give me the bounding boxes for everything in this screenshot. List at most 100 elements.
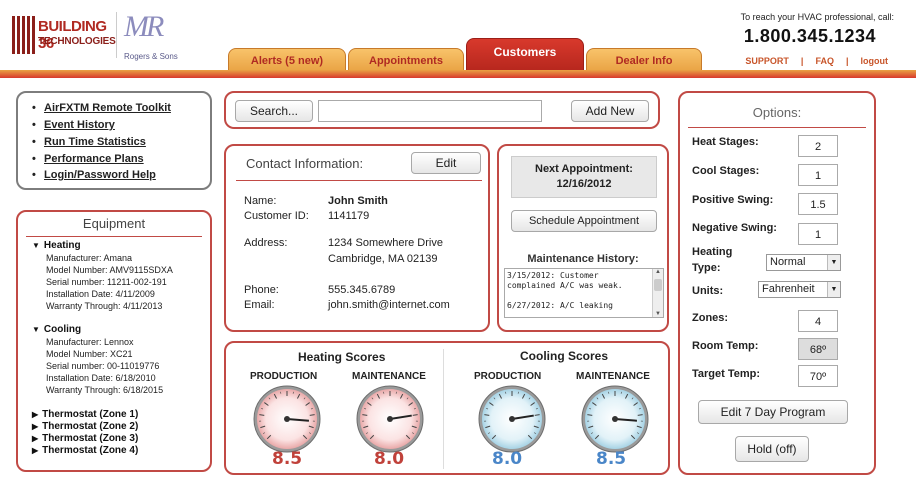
gauge-hub: [387, 416, 393, 422]
link-separator: |: [845, 56, 849, 66]
options-panel: Options: Heat Stages: 2 Cool Stages: 1 P…: [678, 91, 876, 475]
negative-swing-label: Negative Swing:: [692, 222, 777, 234]
room-temp-display: 68º: [798, 338, 838, 360]
thermostat-label: Thermostat (Zone 3): [42, 433, 139, 444]
maintenance-history-title: Maintenance History:: [527, 253, 639, 265]
customer-name: John Smith: [328, 195, 388, 207]
caret-right-icon: ▶: [32, 446, 39, 455]
contact-panel: Contact Information: Edit Name: John Smi…: [224, 144, 490, 332]
cooling-detail: Model Number: XC21: [46, 349, 133, 359]
thermostat-label: Thermostat (Zone 2): [42, 421, 139, 432]
heating-detail: Manufacturer: Amana: [46, 253, 133, 263]
cooling-maintenance-score: 8.5: [596, 449, 627, 469]
equipment-panel: Equipment ▼ Heating Manufacturer: Amana M…: [16, 210, 212, 472]
equipment-title: Equipment: [82, 216, 146, 231]
scroll-up-icon[interactable]: ▲: [653, 269, 663, 275]
tool-link-login-help[interactable]: Login/Password Help: [32, 169, 156, 181]
options-divider: [688, 127, 866, 128]
tab-appointments[interactable]: Appointments: [348, 48, 464, 72]
tool-link-airfx[interactable]: AirFXTM Remote Toolkit: [32, 102, 171, 114]
heating-type-select[interactable]: Normal ▼: [766, 254, 841, 271]
logout-link[interactable]: logout: [861, 56, 889, 66]
contact-title: Contact Information:: [246, 156, 364, 171]
logo-divider: [116, 12, 117, 58]
tab-alerts[interactable]: Alerts (5 new): [228, 48, 346, 72]
thermostat-zone3-toggle[interactable]: ▶ Thermostat (Zone 3): [32, 433, 138, 444]
tab-customers[interactable]: Customers: [466, 38, 584, 72]
building36-logo: BUILDING 36 TECHNOLOGIES: [12, 10, 116, 58]
thermostat-label: Thermostat (Zone 1): [42, 409, 139, 420]
target-temp-input[interactable]: 70º: [798, 365, 838, 387]
partner-monogram: MR: [124, 10, 164, 43]
edit-contact-button[interactable]: Edit: [411, 152, 481, 174]
tool-link-performance[interactable]: Performance Plans: [32, 153, 144, 165]
search-button[interactable]: Search...: [235, 100, 313, 122]
maintenance-history-text: 3/15/2012: Customer complained A/C was w…: [507, 271, 623, 310]
positive-swing-label: Positive Swing:: [692, 194, 774, 206]
gauge-hub: [284, 416, 290, 422]
history-scrollbar[interactable]: ▲ ▼: [652, 269, 663, 317]
heating-maintenance-score: 8.0: [374, 449, 405, 469]
link-separator: |: [800, 56, 804, 66]
faq-link[interactable]: FAQ: [815, 56, 834, 66]
tab-dealer-info[interactable]: Dealer Info: [586, 48, 702, 72]
hold-button[interactable]: Hold (off): [735, 436, 809, 462]
scroll-down-icon[interactable]: ▼: [653, 311, 663, 317]
add-new-button[interactable]: Add New: [571, 100, 649, 122]
address-label: Address:: [244, 237, 288, 249]
heating-detail: Model Number: AMV9115SDXA: [46, 265, 173, 275]
heat-stages-input[interactable]: 2: [798, 135, 838, 157]
target-temp-label: Target Temp:: [692, 368, 761, 380]
cooling-detail: Manufacturer: Lennox: [46, 337, 134, 347]
cooling-detail: Installation Date: 6/18/2010: [46, 373, 156, 383]
schedule-appointment-button[interactable]: Schedule Appointment: [511, 210, 657, 232]
hvac-phone-number: 1.800.345.1234: [743, 26, 876, 46]
heating-detail: Installation Date: 4/11/2009: [46, 289, 155, 299]
customer-id: 1141179: [328, 210, 370, 222]
zones-input[interactable]: 4: [798, 310, 838, 332]
edit-7-day-program-button[interactable]: Edit 7 Day Program: [698, 400, 848, 424]
caret-down-icon: ▼: [32, 241, 40, 250]
heating-toggle[interactable]: ▼ Heating: [32, 240, 81, 251]
heating-type-value: Normal: [770, 256, 806, 268]
search-input[interactable]: [318, 100, 542, 122]
heating-label: Heating: [43, 240, 81, 251]
scroll-thumb[interactable]: [654, 279, 662, 291]
appointment-panel: Next Appointment: 12/16/2012 Schedule Ap…: [497, 144, 669, 332]
hvac-contact-note: To reach your HVAC professional, call:: [740, 12, 894, 22]
cooling-toggle[interactable]: ▼ Cooling: [32, 324, 81, 335]
caret-right-icon: ▶: [32, 410, 39, 419]
negative-swing-input[interactable]: 1: [798, 223, 838, 245]
contact-divider: [236, 180, 482, 181]
support-link[interactable]: SUPPORT: [745, 56, 789, 66]
email-label: Email:: [244, 299, 275, 311]
address-line1: 1234 Somewhere Drive: [328, 237, 443, 249]
caret-down-icon: ▼: [32, 325, 40, 334]
thermostat-zone2-toggle[interactable]: ▶ Thermostat (Zone 2): [32, 421, 138, 432]
dropdown-arrow-icon: ▼: [827, 282, 840, 297]
gauge-hub: [612, 416, 618, 422]
cooling-label: Cooling: [43, 324, 82, 335]
cooling-detail: Warranty Through: 6/18/2015: [46, 385, 164, 395]
logo-line2: TECHNOLOGIES: [38, 36, 116, 47]
cool-stages-input[interactable]: 1: [798, 164, 838, 186]
next-appointment-box: Next Appointment: 12/16/2012: [511, 156, 657, 198]
thermostat-label: Thermostat (Zone 4): [42, 445, 139, 456]
options-title: Options:: [752, 105, 802, 120]
header-bar: [0, 70, 916, 78]
caret-right-icon: ▶: [32, 422, 39, 431]
cool-stages-label: Cool Stages:: [692, 165, 760, 177]
room-temp-label: Room Temp:: [692, 340, 759, 352]
units-select[interactable]: Fahrenheit ▼: [758, 281, 841, 298]
heating-detail: Warranty Through: 4/11/2013: [46, 301, 163, 311]
maintenance-history-box[interactable]: 3/15/2012: Customer complained A/C was w…: [504, 268, 664, 318]
thermostat-zone4-toggle[interactable]: ▶ Thermostat (Zone 4): [32, 445, 138, 456]
equipment-divider: [26, 236, 202, 237]
name-label: Name:: [244, 195, 277, 207]
tool-link-run-time[interactable]: Run Time Statistics: [32, 136, 146, 148]
positive-swing-input[interactable]: 1.5: [798, 193, 838, 215]
next-appointment-title: Next Appointment:: [535, 163, 633, 175]
heating-production-score: 8.5: [272, 449, 303, 469]
tool-link-event-history[interactable]: Event History: [32, 119, 115, 131]
thermostat-zone1-toggle[interactable]: ▶ Thermostat (Zone 1): [32, 409, 138, 420]
